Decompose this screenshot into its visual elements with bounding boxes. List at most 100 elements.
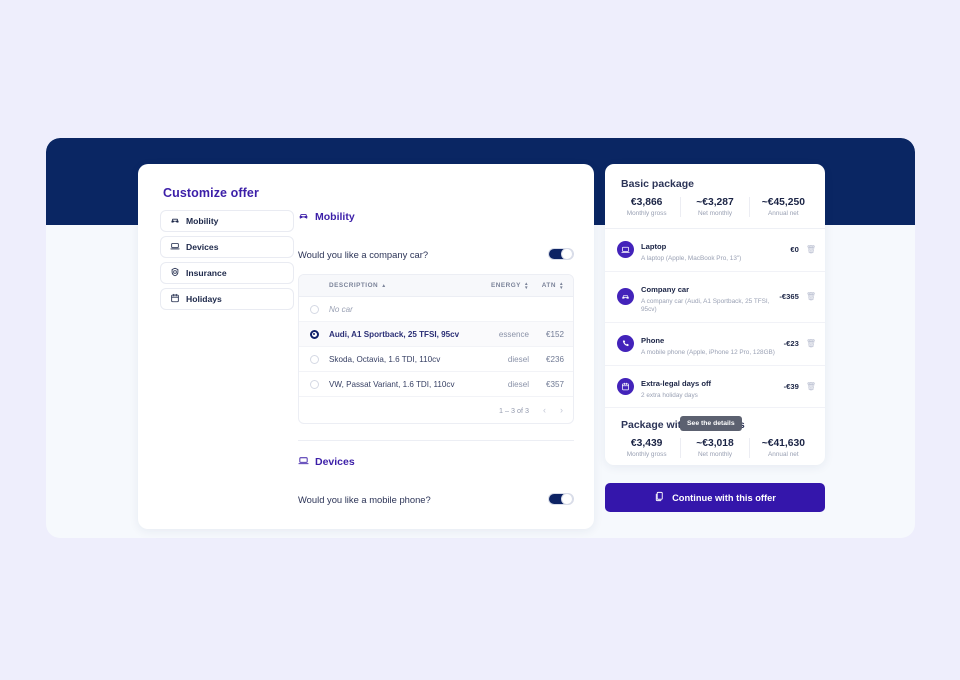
stat-label: Monthly gross — [626, 451, 667, 459]
header-cell-energy[interactable]: ENERGY ▲ ▼ — [477, 281, 529, 289]
laptop-icon — [298, 455, 309, 469]
list-item: Company car A company car (Audi, A1 Spor… — [605, 272, 825, 323]
item-price: €0 — [790, 245, 799, 255]
item-name: Extra-legal days off — [641, 378, 712, 388]
sidebar-item-label: Insurance — [186, 268, 227, 278]
sub-stat-net-monthly: ~€3,018 Net monthly — [681, 438, 750, 459]
table-row[interactable]: VW, Passat Variant, 1.6 TDI, 110cv diese… — [299, 372, 573, 397]
package-items-list: Laptop A laptop (Apple, MacBook Pro, 13"… — [605, 228, 825, 409]
item-description: A company car (Audi, A1 Sportback, 25 TF… — [641, 297, 770, 314]
content-column: Mobility Would you like a company car? D… — [298, 210, 574, 519]
stat-net-monthly: ~€3,287 Net monthly — [681, 197, 750, 217]
stat-amount: €3,439 — [630, 438, 663, 450]
list-item: Phone A mobile phone (Apple, iPhone 12 P… — [605, 323, 825, 366]
chevron-left-icon[interactable]: ‹ — [543, 405, 546, 415]
section-divider — [298, 440, 574, 441]
stat-monthly-gross: €3,866 Monthly gross — [613, 197, 682, 217]
header-cell-atn[interactable]: ATN ▲ ▼ — [529, 280, 573, 290]
table-row[interactable]: No car — [299, 297, 573, 322]
header-label-atn: ATN — [541, 282, 556, 289]
header-label-energy: ENERGY — [490, 282, 521, 289]
cell-atn: €152 — [545, 329, 564, 339]
stat-amount: €3,866 — [630, 197, 663, 208]
item-price: -€39 — [783, 381, 799, 391]
mobile-phone-question-row: Would you like a mobile phone? — [298, 493, 574, 505]
item-description: A laptop (Apple, MacBook Pro, 13") — [641, 255, 742, 262]
stat-amount: ~€3,018 — [696, 438, 734, 450]
radio-button[interactable] — [309, 304, 319, 314]
continue-with-offer-button[interactable]: Continue with this offer — [605, 483, 825, 512]
cell-energy: diesel — [507, 354, 529, 364]
section-header-devices: Devices — [298, 455, 574, 469]
stat-amount: ~€45,250 — [761, 197, 805, 208]
table-pagination: 1 – 3 of 3 ‹ › — [299, 397, 573, 423]
item-price: -€23 — [783, 339, 799, 349]
cell-description: No car — [329, 304, 353, 314]
sidebar-item-label: Mobility — [186, 216, 219, 226]
header-cell-description[interactable]: DESCRIPTION ▲ — [329, 282, 477, 289]
sidebar-item-mobility[interactable]: Mobility — [160, 210, 294, 232]
toggle-knob — [561, 248, 573, 260]
header-label-description: DESCRIPTION — [329, 282, 379, 289]
item-name: Company car — [641, 284, 690, 294]
car-icon — [617, 288, 634, 306]
stat-label: Annual net — [768, 210, 799, 217]
toggle-knob — [561, 493, 573, 505]
row-radio-cell[interactable] — [299, 354, 329, 364]
sort-asc-icon: ▲ — [381, 282, 387, 289]
car-selection-table: DESCRIPTION ▲ ENERGY ▲▼ ATN ▲▼ No car — [298, 274, 574, 424]
company-car-toggle[interactable] — [548, 248, 574, 260]
sub-stat-monthly-gross: €3,439 Monthly gross — [613, 438, 682, 459]
trash-icon[interactable]: 🗑 — [806, 339, 816, 348]
table-row[interactable]: Skoda, Octavia, 1.6 TDI, 110cv diesel €2… — [299, 347, 573, 372]
mobile-phone-toggle[interactable] — [548, 493, 574, 505]
item-price: -€365 — [779, 292, 799, 302]
tooltip-see-details: See the details — [680, 416, 742, 431]
item-text: Extra-legal days off 2 extra holiday day… — [641, 373, 777, 401]
calendar-icon — [170, 293, 180, 305]
company-car-question-row: Would you like a company car? — [298, 248, 574, 260]
stat-amount: ~€3,287 — [696, 197, 734, 208]
stat-label: Monthly gross — [626, 210, 667, 217]
sidebar-item-insurance[interactable]: Insurance — [160, 262, 294, 284]
sort-both-icon: ▲ ▼ — [558, 280, 564, 290]
item-text: Company car A company car (Audi, A1 Spor… — [641, 279, 772, 315]
trash-icon[interactable]: 🗑 — [806, 245, 816, 254]
item-text: Laptop A laptop (Apple, MacBook Pro, 13"… — [641, 236, 783, 264]
item-description: 2 extra holiday days — [641, 391, 698, 399]
radio-button[interactable] — [309, 354, 319, 364]
calendar-icon — [617, 377, 634, 395]
trash-icon[interactable]: 🗑 — [806, 292, 816, 301]
row-radio-cell[interactable] — [299, 329, 329, 339]
item-name: Phone — [641, 335, 665, 345]
table-header-row: DESCRIPTION ▲ ENERGY ▲ ▼ ATN ▲ ▼ — [299, 275, 573, 297]
section-header-mobility: Mobility — [298, 210, 574, 224]
radio-button[interactable] — [309, 379, 319, 389]
cell-atn: €236 — [545, 354, 564, 364]
table-row[interactable]: Audi, A1 Sportback, 25 TFSI, 95cv essenc… — [299, 322, 573, 347]
list-item: Laptop A laptop (Apple, MacBook Pro, 13"… — [605, 229, 825, 272]
row-radio-cell[interactable] — [299, 304, 329, 314]
stat-amount: ~€41,630 — [761, 438, 805, 450]
radio-button-selected[interactable] — [309, 329, 319, 339]
item-text: Phone A mobile phone (Apple, iPhone 12 P… — [641, 330, 777, 358]
cell-description: Skoda, Octavia, 1.6 TDI, 110cv — [329, 354, 441, 364]
car-icon — [298, 210, 309, 224]
sidebar-item-devices[interactable]: Devices — [160, 236, 294, 258]
cell-energy: diesel — [507, 379, 529, 389]
chevron-right-icon[interactable]: › — [560, 405, 563, 415]
laptop-icon — [617, 241, 634, 259]
mobile-phone-question-label: Would you like a mobile phone? — [298, 493, 431, 505]
sidebar-item-holidays[interactable]: Holidays — [160, 288, 294, 310]
laptop-icon — [170, 241, 180, 253]
row-radio-cell[interactable] — [299, 379, 329, 389]
item-name: Laptop — [641, 242, 667, 251]
section-title: Devices — [315, 456, 355, 468]
section-title: Mobility — [315, 211, 355, 223]
stat-annual-net: ~€45,250 Annual net — [750, 197, 817, 217]
item-description: A mobile phone (Apple, iPhone 12 Pro, 12… — [641, 348, 775, 356]
summary-stats: €3,866 Monthly gross ~€3,287 Net monthly… — [605, 190, 825, 228]
trash-icon[interactable]: 🗑 — [806, 382, 816, 391]
page-title: Customize offer — [163, 186, 259, 200]
company-car-question-label: Would you like a company car? — [298, 248, 429, 260]
